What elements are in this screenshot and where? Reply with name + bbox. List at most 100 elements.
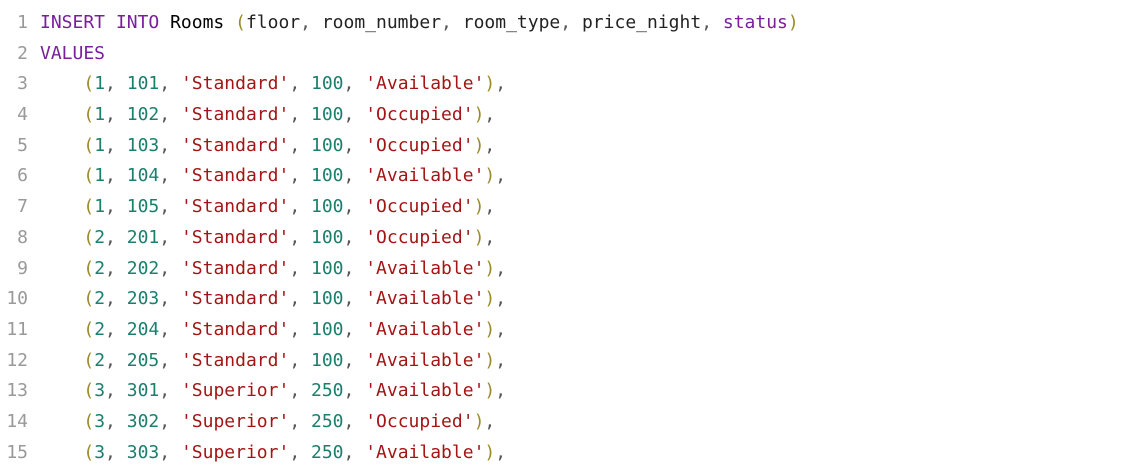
line-number: 7 bbox=[17, 196, 28, 218]
code-lines: 1 INSERT INTO Rooms (floor, room_number,… bbox=[0, 8, 1125, 468]
code-text: (3, 303, 'Superior', 250, 'Available'), bbox=[83, 441, 507, 463]
value-status: 'Occupied' bbox=[365, 134, 474, 156]
line-number: 4 bbox=[17, 104, 28, 126]
column-status: status bbox=[722, 12, 788, 33]
value-room-type: 'Standard' bbox=[180, 349, 290, 371]
value-room-type: 'Standard' bbox=[180, 257, 290, 279]
value-price-night: 250 bbox=[311, 441, 344, 463]
value-room-number: 303 bbox=[126, 441, 160, 463]
code-line-14[interactable]: 14 (3, 302, 'Superior', 250, 'Occupied')… bbox=[0, 407, 1125, 438]
code-line-2[interactable]: 2 VALUES bbox=[0, 39, 1125, 70]
value-room-number: 301 bbox=[126, 380, 160, 402]
code-text: (1, 103, 'Standard', 100, 'Occupied'), bbox=[83, 134, 496, 156]
paren-open: ( bbox=[224, 12, 246, 33]
line-number: 11 bbox=[6, 318, 28, 340]
value-status: 'Occupied' bbox=[365, 104, 474, 126]
line-number: 6 bbox=[17, 165, 28, 187]
value-floor: 1 bbox=[94, 73, 106, 95]
value-room-number: 102 bbox=[126, 104, 160, 126]
value-room-number: 302 bbox=[126, 410, 160, 432]
value-room-type: 'Standard' bbox=[180, 288, 290, 310]
code-line-15[interactable]: 15 (3, 303, 'Superior', 250, 'Available'… bbox=[0, 438, 1125, 469]
code-line-7[interactable]: 7 (1, 105, 'Standard', 100, 'Occupied'), bbox=[0, 192, 1125, 223]
value-room-number: 101 bbox=[126, 73, 160, 95]
value-price-night: 250 bbox=[311, 380, 344, 402]
value-price-night: 100 bbox=[311, 257, 344, 279]
value-status: 'Available' bbox=[365, 380, 485, 402]
vertical-scrollbar[interactable] bbox=[1111, 0, 1125, 469]
keyword-into: INTO bbox=[115, 12, 160, 33]
line-number: 5 bbox=[17, 134, 28, 156]
value-status: 'Available' bbox=[365, 441, 485, 463]
line-number: 2 bbox=[17, 42, 28, 64]
column-room-number: room_number bbox=[321, 12, 442, 33]
value-floor: 1 bbox=[94, 165, 106, 187]
value-status: 'Available' bbox=[365, 288, 485, 310]
keyword-values: VALUES bbox=[40, 42, 106, 64]
code-text: (1, 102, 'Standard', 100, 'Occupied'), bbox=[83, 104, 496, 126]
paren-close: ) bbox=[787, 12, 799, 33]
value-price-night: 100 bbox=[311, 318, 344, 340]
value-floor: 3 bbox=[94, 441, 106, 463]
code-line-4[interactable]: 4 (1, 102, 'Standard', 100, 'Occupied'), bbox=[0, 100, 1125, 131]
value-floor: 1 bbox=[94, 104, 106, 126]
line-number: 8 bbox=[17, 226, 28, 248]
value-price-night: 100 bbox=[311, 165, 344, 187]
value-floor: 2 bbox=[94, 349, 106, 371]
column-floor: floor bbox=[245, 12, 301, 33]
code-line-8[interactable]: 8 (2, 201, 'Standard', 100, 'Occupied'), bbox=[0, 223, 1125, 254]
code-text: (3, 302, 'Superior', 250, 'Occupied'), bbox=[83, 410, 496, 432]
line-number: 9 bbox=[17, 257, 28, 279]
column-room-type: room_type bbox=[462, 12, 561, 33]
value-price-night: 100 bbox=[311, 134, 344, 156]
code-text: (3, 301, 'Superior', 250, 'Available'), bbox=[83, 380, 507, 402]
value-status: 'Available' bbox=[365, 349, 485, 371]
code-line-1[interactable]: 1 INSERT INTO Rooms (floor, room_number,… bbox=[0, 8, 1125, 39]
value-floor: 1 bbox=[94, 134, 106, 156]
code-text: (2, 204, 'Standard', 100, 'Available'), bbox=[83, 318, 507, 340]
value-floor: 3 bbox=[94, 380, 106, 402]
value-room-type: 'Standard' bbox=[180, 318, 290, 340]
value-room-type: 'Standard' bbox=[180, 196, 290, 218]
value-room-number: 204 bbox=[126, 318, 160, 340]
value-room-type: 'Standard' bbox=[180, 73, 290, 95]
code-text: INSERT INTO Rooms (floor, room_number, r… bbox=[40, 12, 799, 33]
value-room-type: 'Superior' bbox=[180, 380, 290, 402]
value-price-night: 100 bbox=[311, 73, 344, 95]
value-floor: 3 bbox=[94, 410, 106, 432]
line-number: 12 bbox=[6, 349, 28, 371]
code-text: (1, 104, 'Standard', 100, 'Available'), bbox=[83, 165, 507, 187]
table-name: Rooms bbox=[170, 12, 225, 33]
column-price-night: price_night bbox=[581, 12, 702, 33]
value-status: 'Available' bbox=[365, 165, 485, 187]
code-line-13[interactable]: 13 (3, 301, 'Superior', 250, 'Available'… bbox=[0, 376, 1125, 407]
value-status: 'Available' bbox=[365, 73, 485, 95]
code-text: (2, 202, 'Standard', 100, 'Available'), bbox=[83, 257, 507, 279]
code-line-5[interactable]: 5 (1, 103, 'Standard', 100, 'Occupied'), bbox=[0, 131, 1125, 162]
code-line-6[interactable]: 6 (1, 104, 'Standard', 100, 'Available')… bbox=[0, 161, 1125, 192]
value-floor: 2 bbox=[94, 226, 106, 248]
value-price-night: 100 bbox=[311, 196, 344, 218]
value-room-type: 'Superior' bbox=[180, 410, 290, 432]
line-number: 14 bbox=[6, 410, 28, 432]
value-room-number: 202 bbox=[126, 257, 160, 279]
code-line-9[interactable]: 9 (2, 202, 'Standard', 100, 'Available')… bbox=[0, 254, 1125, 285]
value-room-number: 105 bbox=[126, 196, 160, 218]
value-room-type: 'Standard' bbox=[180, 104, 290, 126]
line-number: 1 bbox=[17, 12, 28, 33]
code-editor[interactable]: 1 INSERT INTO Rooms (floor, room_number,… bbox=[0, 0, 1125, 469]
value-room-type: 'Standard' bbox=[180, 226, 290, 248]
value-price-night: 100 bbox=[311, 288, 344, 310]
line-number: 15 bbox=[6, 441, 28, 463]
code-line-12[interactable]: 12 (2, 205, 'Standard', 100, 'Available'… bbox=[0, 346, 1125, 377]
code-line-10[interactable]: 10 (2, 203, 'Standard', 100, 'Available'… bbox=[0, 284, 1125, 315]
value-floor: 2 bbox=[94, 257, 106, 279]
value-status: 'Occupied' bbox=[365, 410, 474, 432]
line-number: 10 bbox=[6, 288, 28, 310]
value-status: 'Available' bbox=[365, 257, 485, 279]
code-line-3[interactable]: 3 (1, 101, 'Standard', 100, 'Available')… bbox=[0, 69, 1125, 100]
code-text: (2, 205, 'Standard', 100, 'Available'), bbox=[83, 349, 507, 371]
code-line-11[interactable]: 11 (2, 204, 'Standard', 100, 'Available'… bbox=[0, 315, 1125, 346]
value-room-type: 'Standard' bbox=[180, 165, 290, 187]
value-room-number: 104 bbox=[126, 165, 160, 187]
